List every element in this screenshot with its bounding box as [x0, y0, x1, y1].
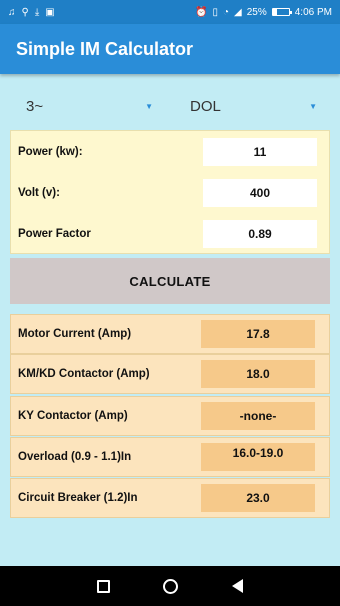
vibrate-icon: ▯ — [212, 6, 218, 18]
phase-selector[interactable]: 3~ ▼ — [14, 92, 159, 120]
music-note-icon: ♫ — [8, 6, 16, 18]
km-kd-contactor-label: KM/KD Contactor (Amp) — [18, 368, 150, 380]
dropdown-arrow-icon: ▼ — [145, 101, 153, 111]
volt-input[interactable] — [203, 178, 317, 207]
km-kd-contactor-value: 18.0 — [201, 360, 315, 388]
motor-current-row: Motor Current (Amp) 17.8 — [10, 314, 330, 354]
signal-icon: ◢ — [234, 6, 242, 18]
navigation-bar — [0, 566, 340, 606]
recent-apps-icon[interactable] — [96, 579, 110, 593]
home-icon[interactable] — [163, 578, 179, 594]
alarm-icon: ⏰ — [195, 6, 208, 18]
starter-selector[interactable]: DOL ▼ — [178, 92, 323, 120]
usb-icon: ⚲ — [21, 6, 29, 18]
ky-contactor-label: KY Contactor (Amp) — [18, 410, 128, 422]
calculate-button[interactable]: CALCULATE — [10, 258, 330, 304]
input-panel: Power (kw): Volt (v): Power Factor — [10, 130, 330, 254]
power-label: Power (kw): — [18, 145, 83, 158]
circuit-breaker-label: Circuit Breaker (1.2)In — [18, 492, 138, 504]
power-row: Power (kw): — [11, 131, 329, 172]
power-factor-input[interactable] — [203, 219, 317, 248]
motor-current-value: 17.8 — [201, 320, 315, 348]
ky-contactor-value: -none- — [201, 402, 315, 430]
system-icons: ⏰ ▯ ◔ ◢ 25% 4:06 PM — [195, 7, 332, 18]
power-factor-label: Power Factor — [18, 227, 91, 240]
app-title: Simple IM Calculator — [16, 38, 194, 59]
overload-value: 16.0-19.0 — [201, 443, 315, 471]
phase-selected-value: 3~ — [26, 97, 44, 115]
volt-label: Volt (v): — [18, 186, 60, 199]
wifi-icon: ◔ — [222, 6, 230, 18]
dropdown-arrow-icon: ▼ — [309, 101, 317, 111]
download-icon: ⤓ — [34, 6, 40, 18]
motor-current-label: Motor Current (Amp) — [18, 328, 132, 340]
circuit-breaker-value: 23.0 — [201, 484, 315, 512]
battery-percent: 25% — [246, 6, 267, 18]
starter-selected-value: DOL — [190, 97, 221, 115]
gallery-icon: ▣ — [45, 6, 55, 18]
circuit-breaker-row: Circuit Breaker (1.2)In 23.0 — [10, 478, 330, 518]
overload-label: Overload (0.9 - 1.1)In — [18, 451, 132, 463]
power-input[interactable] — [203, 137, 317, 166]
overload-row: Overload (0.9 - 1.1)In 16.0-19.0 — [10, 437, 330, 477]
notification-icons: ♫ ⚲ ⤓ ▣ — [8, 7, 55, 18]
battery-icon — [271, 8, 292, 16]
ky-contactor-row: KY Contactor (Amp) -none- — [10, 396, 330, 436]
back-icon[interactable] — [232, 579, 244, 593]
volt-row: Volt (v): — [11, 172, 329, 213]
power-factor-row: Power Factor — [11, 213, 329, 254]
clock: 4:06 PM — [294, 6, 332, 18]
battery-level-fill — [272, 9, 277, 15]
km-kd-contactor-row: KM/KD Contactor (Amp) 18.0 — [10, 354, 330, 394]
app-bar: Simple IM Calculator — [0, 24, 340, 74]
status-bar: ♫ ⚲ ⤓ ▣ ⏰ ▯ ◔ ◢ 25% 4:06 PM — [0, 0, 340, 24]
